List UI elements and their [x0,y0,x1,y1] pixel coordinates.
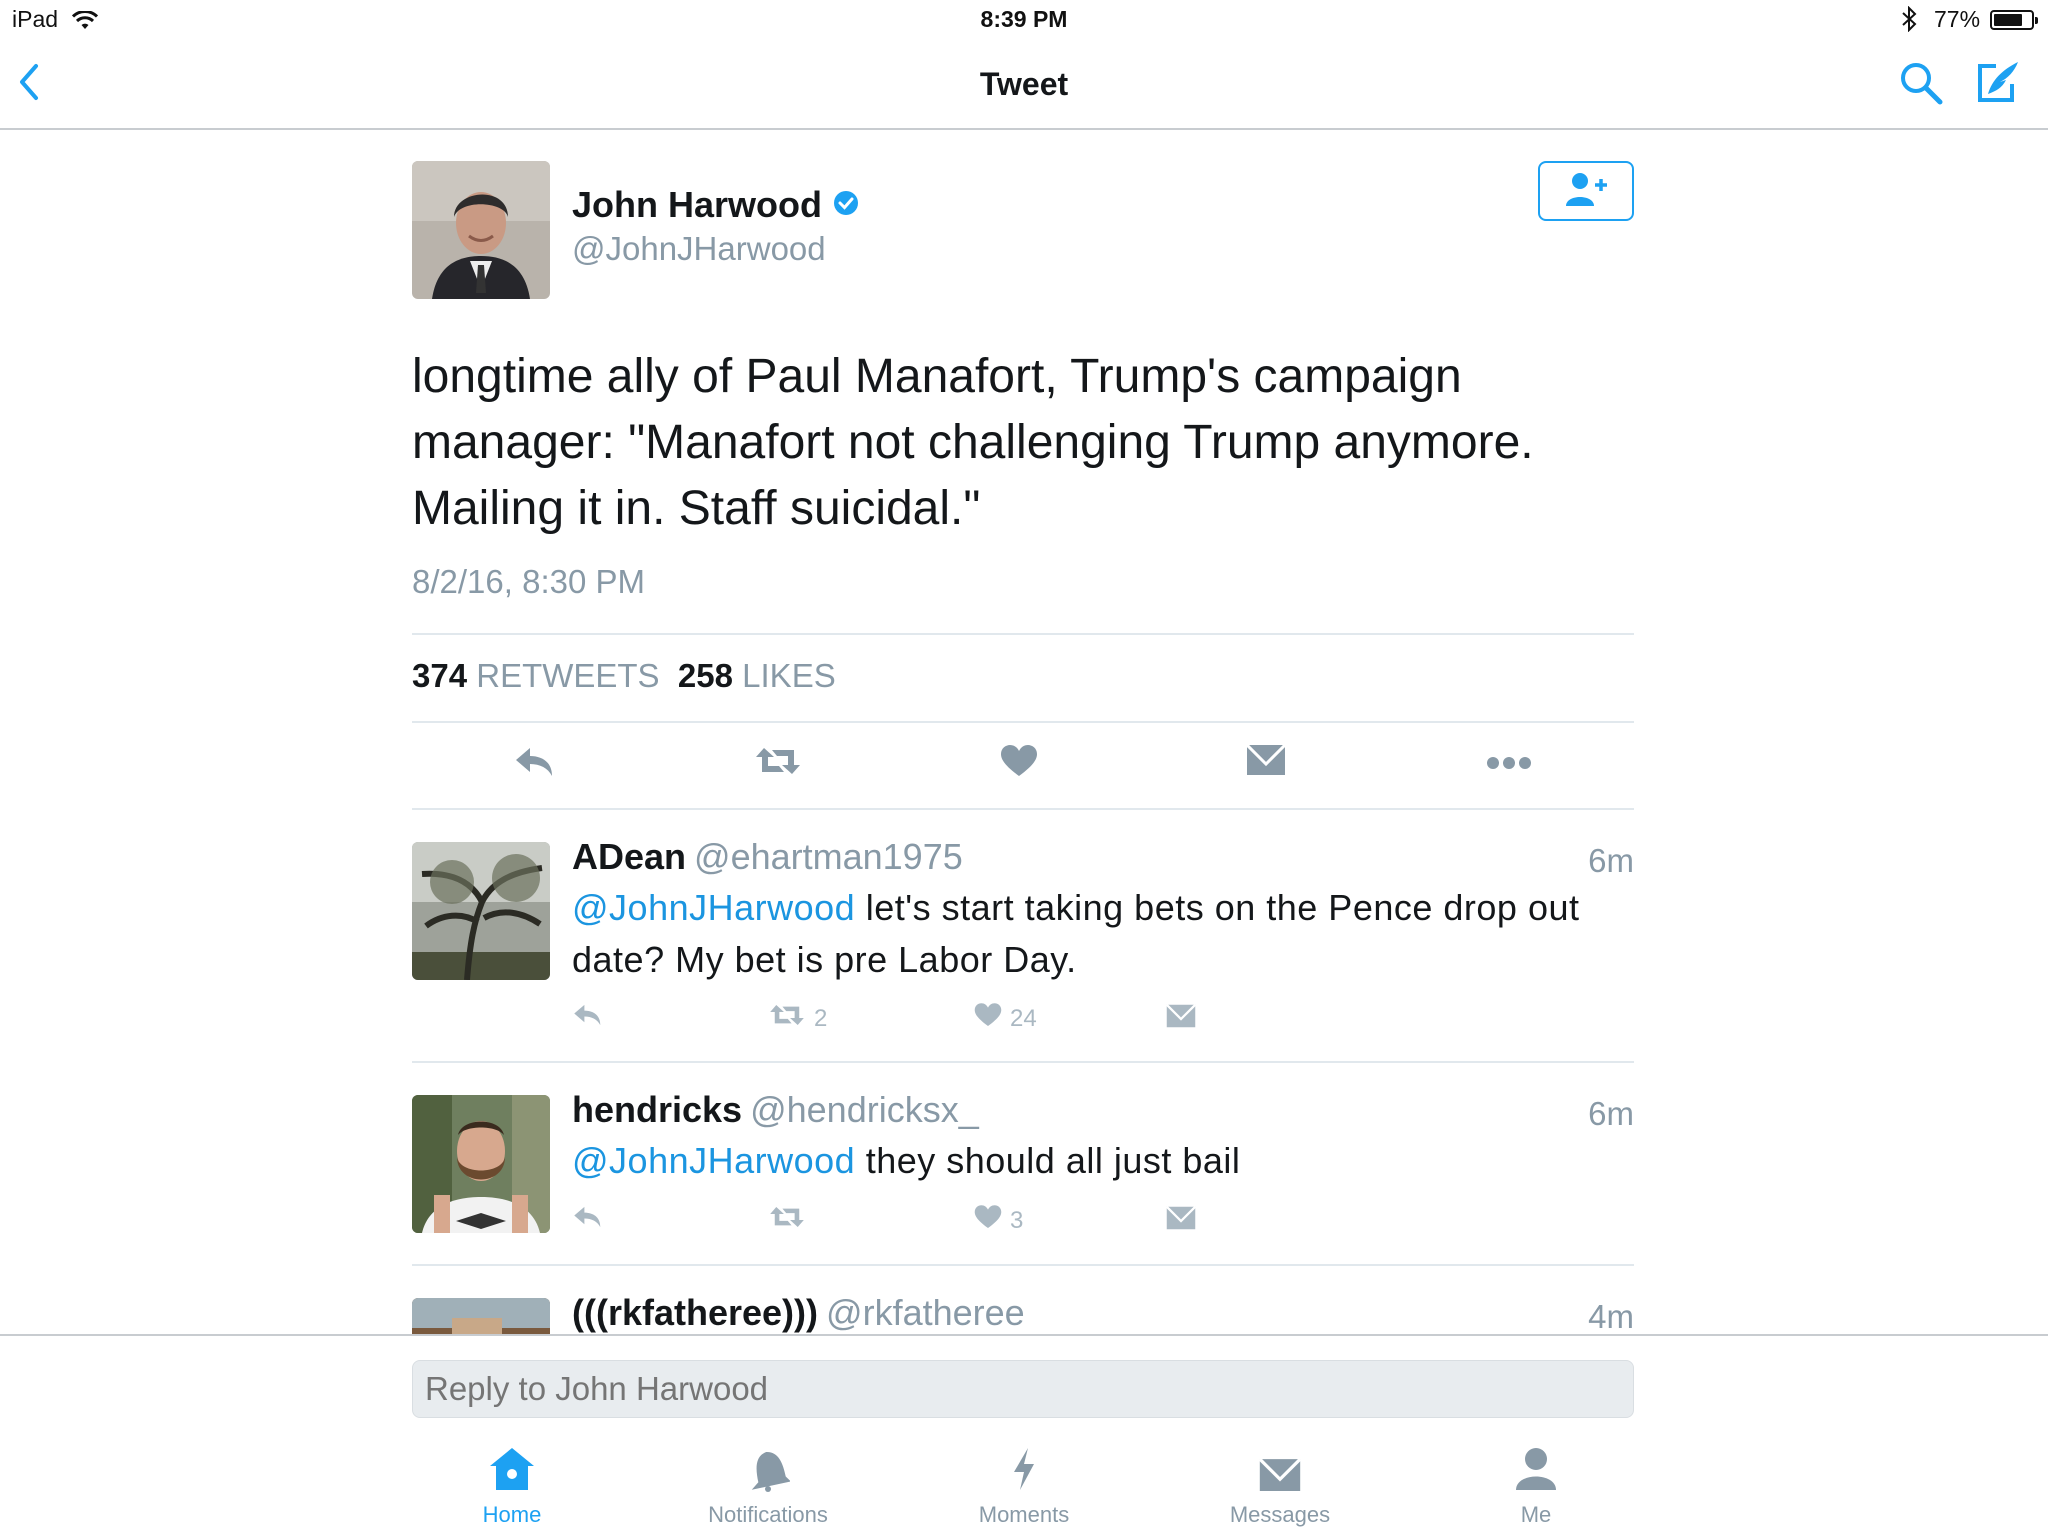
status-bar: iPad 8:39 PM 77% [0,0,2048,40]
follow-icon [1563,170,1609,213]
reply-avatar[interactable] [412,1095,550,1233]
tweet-timestamp: 8/2/16, 8:30 PM [412,563,645,600]
verified-icon [832,184,860,226]
tweet-action-bar [412,724,1634,808]
likes-label: LIKES [742,657,836,694]
author-handle[interactable]: @JohnJHarwood [572,230,826,268]
reply-header: hendricks @hendricksx_ [572,1089,979,1131]
like-count: 3 [1010,1206,1024,1234]
tab-notifications[interactable]: Notifications [668,1440,868,1528]
tweet-text: longtime ally of Paul Manafort, Trump's … [412,350,1534,535]
likes-count: 258 [677,657,733,694]
like-icon [974,1002,1002,1035]
divider [412,721,1634,723]
reply-text: @JohnJHarwood let's start taking bets on… [572,882,1642,986]
reply-icon [572,1204,604,1237]
compose-icon[interactable] [1974,58,2022,111]
battery-level [1994,14,2022,26]
reply-avatar[interactable] [412,842,550,980]
tab-home-label: Home [482,1502,542,1527]
reply-author-name[interactable]: (((rkfatheree))) [572,1292,818,1333]
retweet-icon[interactable] [754,744,802,783]
reply-author-handle[interactable]: @rkfatheree [826,1292,1025,1333]
tab-moments-label: Moments [978,1502,1070,1527]
direct-message-icon [1165,1003,1197,1035]
reply-like-button[interactable]: 24 [974,1002,1037,1035]
likes-stat[interactable]: 258 LIKES [678,657,836,694]
tab-me[interactable]: Me [1436,1440,1636,1528]
like-icon [974,1204,1002,1237]
battery-percentage: 77% [1934,6,1981,32]
retweet-icon [768,1204,806,1237]
reply-input[interactable] [412,1360,1634,1418]
more-icon[interactable] [1486,756,1532,775]
reply-text: @JohnJHarwood they should all just bail [572,1135,1642,1187]
retweets-stat[interactable]: 374 RETWEETS [412,657,660,694]
tab-messages[interactable]: Messages [1180,1440,1380,1528]
reply-reply-button[interactable] [572,1204,604,1237]
reply-time: 6m [1588,842,1634,879]
reply-retweet-button[interactable]: 2 [768,1002,827,1035]
tab-messages-label: Messages [1229,1502,1331,1527]
mention-link[interactable]: @JohnJHarwood [572,1140,855,1181]
author-name-text[interactable]: John Harwood [572,184,822,226]
direct-message-icon [1165,1205,1197,1237]
home-icon [412,1440,612,1492]
reply-text-body: they should all just bail [855,1140,1241,1181]
reply-icon[interactable] [514,744,556,785]
author-name[interactable]: John Harwood [572,184,860,226]
reply-author-name[interactable]: hendricks [572,1089,742,1130]
retweets-label: RETWEETS [476,657,660,694]
reply-author-handle[interactable]: @ehartman1975 [694,836,963,877]
battery-icon [1990,10,2038,30]
like-icon[interactable] [1000,744,1038,783]
retweets-count: 374 [412,657,468,694]
bluetooth-icon [1900,5,1918,39]
divider [412,1061,1634,1063]
direct-message-icon[interactable] [1245,743,1287,781]
reply-time: 4m [1588,1298,1634,1335]
tab-me-label: Me [1520,1502,1552,1527]
mention-link[interactable]: @JohnJHarwood [572,887,855,928]
reply-icon [572,1002,604,1035]
reply-header: (((rkfatheree))) @rkfatheree [572,1292,1025,1334]
reply-time: 6m [1588,1095,1634,1132]
tab-moments[interactable]: Moments [924,1440,1124,1528]
reply-header: ADean @ehartman1975 [572,836,963,878]
reply-retweet-button[interactable] [768,1204,814,1237]
page-title: Tweet [979,66,1069,102]
follow-button[interactable] [1538,161,1634,221]
retweet-icon [768,1002,806,1035]
clock: 8:39 PM [980,6,1068,32]
tab-bar: Home Notifications Moments Messages Me [0,1440,2048,1536]
search-icon[interactable] [1898,60,1944,111]
me-icon [1436,1440,1636,1492]
divider [412,1264,1634,1266]
reply-reply-button[interactable] [572,1002,604,1035]
reply-dm-button[interactable] [1165,1205,1197,1237]
like-count: 24 [1010,1004,1037,1032]
divider [412,633,1634,635]
divider [412,808,1634,810]
reply-like-button[interactable]: 3 [974,1204,1023,1237]
navigation-bar: Tweet [0,40,2048,130]
messages-icon [1180,1440,1380,1492]
notifications-icon [668,1440,868,1492]
tweet-stats: 374 RETWEETS 258 LIKES [412,657,836,695]
reply-author-handle[interactable]: @hendricksx_ [750,1089,979,1130]
retweet-count: 2 [814,1004,828,1032]
reply-author-name[interactable]: ADean [572,836,686,877]
reply-dm-button[interactable] [1165,1003,1197,1035]
author-avatar[interactable] [412,161,550,299]
moments-icon [924,1440,1124,1492]
tab-notifications-label: Notifications [708,1502,828,1527]
tab-home[interactable]: Home [412,1440,612,1528]
